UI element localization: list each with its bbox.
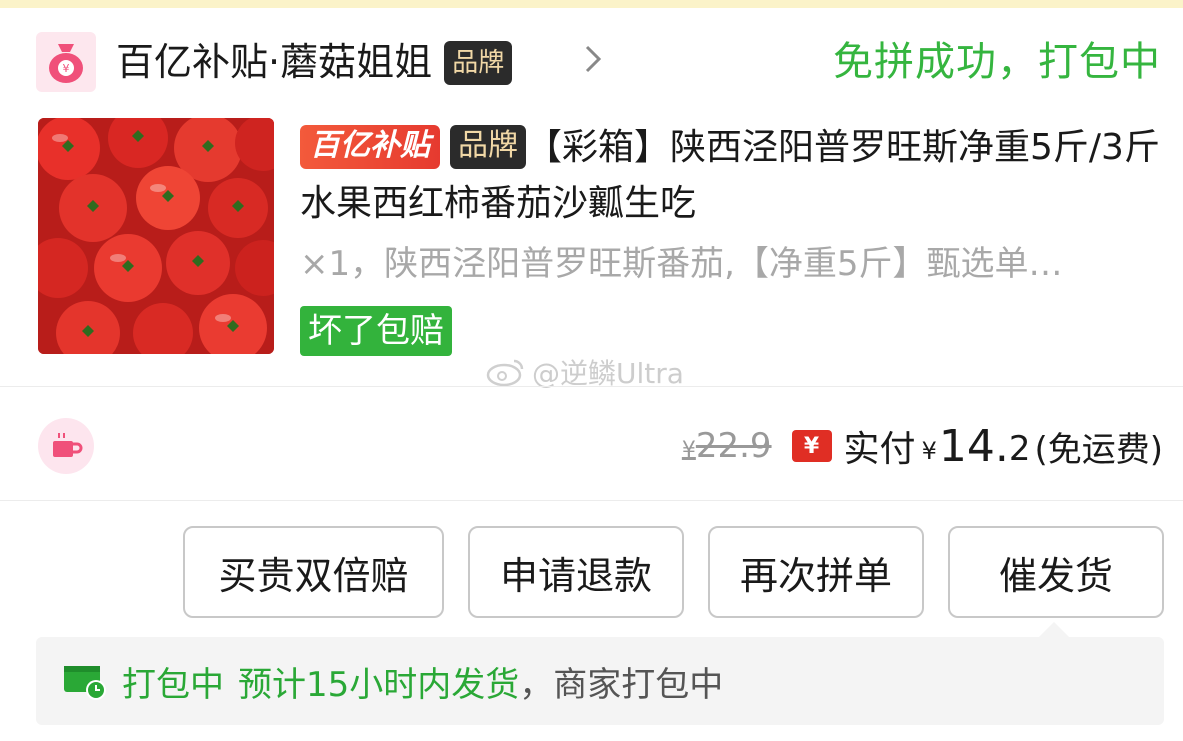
yuan-icon: ¥ xyxy=(791,430,832,462)
refund-button[interactable]: 申请退款 xyxy=(468,526,684,618)
original-price-currency: ¥ xyxy=(681,438,696,463)
original-price: ¥22.9 xyxy=(682,426,772,466)
money-bag-icon[interactable]: ¥ xyxy=(36,32,96,92)
truck-clock-icon xyxy=(64,666,106,700)
urge-shipping-button[interactable]: 催发货 xyxy=(948,526,1164,618)
cup-icon[interactable] xyxy=(38,418,94,474)
reorder-button[interactable]: 再次拼单 xyxy=(708,526,924,618)
logistics-eta: 预计15小时内发货 xyxy=(238,664,520,705)
product-spec: ×1，陕西泾阳普罗旺斯番茄,【净重5斤】甄选单… xyxy=(300,244,1063,284)
order-status: 免拼成功，打包中 xyxy=(833,39,1161,85)
shipping-note: (免运费) xyxy=(1034,429,1163,470)
product-brand-badge: 品牌 xyxy=(450,125,526,169)
divider xyxy=(0,386,1183,387)
product-title[interactable]: 百亿补贴 品牌 【彩箱】陕西泾阳普罗旺斯净重5斤/3斤水果西红柿番茄沙瓤生吃 xyxy=(300,120,1164,232)
paid-amount-int: 14. xyxy=(938,420,1009,472)
paid-label: 实付 xyxy=(843,429,916,470)
paid-currency: ¥ xyxy=(921,437,937,465)
logistics-bar[interactable]: 打包中 预计15小时内发货 ， 商家打包中 xyxy=(36,637,1164,725)
logistics-separator: ， xyxy=(519,664,554,705)
order-header: ¥ 百亿补贴·蘑菇姐姐 品牌 免拼成功，打包中 xyxy=(0,8,1183,112)
divider xyxy=(0,500,1183,501)
logistics-detail: 商家打包中 xyxy=(553,664,724,705)
logistics-status: 打包中 xyxy=(122,664,224,705)
double-compensation-button[interactable]: 买贵双倍赔 xyxy=(183,526,444,618)
shop-name-text[interactable]: 百亿补贴·蘑菇姐姐 xyxy=(116,40,432,84)
svg-text:¥: ¥ xyxy=(63,62,70,75)
top-strip xyxy=(0,0,1183,8)
original-price-value: 22.9 xyxy=(695,426,772,466)
weibo-icon xyxy=(486,359,524,387)
paid-amount-dec: 2 xyxy=(1008,429,1031,469)
chevron-right-icon[interactable] xyxy=(578,44,608,74)
product-image[interactable] xyxy=(38,118,274,354)
price-row: ¥22.9 ¥ 实付 ¥ 14. 2 (免运费) xyxy=(682,418,1163,474)
subsidy-badge: 百亿补贴 xyxy=(300,125,440,169)
pointer xyxy=(1038,622,1070,638)
brand-badge: 品牌 xyxy=(444,41,513,85)
shop-name[interactable]: 百亿补贴·蘑菇姐姐 品牌 xyxy=(116,38,513,86)
guarantee-badge: 坏了包赔 xyxy=(300,306,452,356)
